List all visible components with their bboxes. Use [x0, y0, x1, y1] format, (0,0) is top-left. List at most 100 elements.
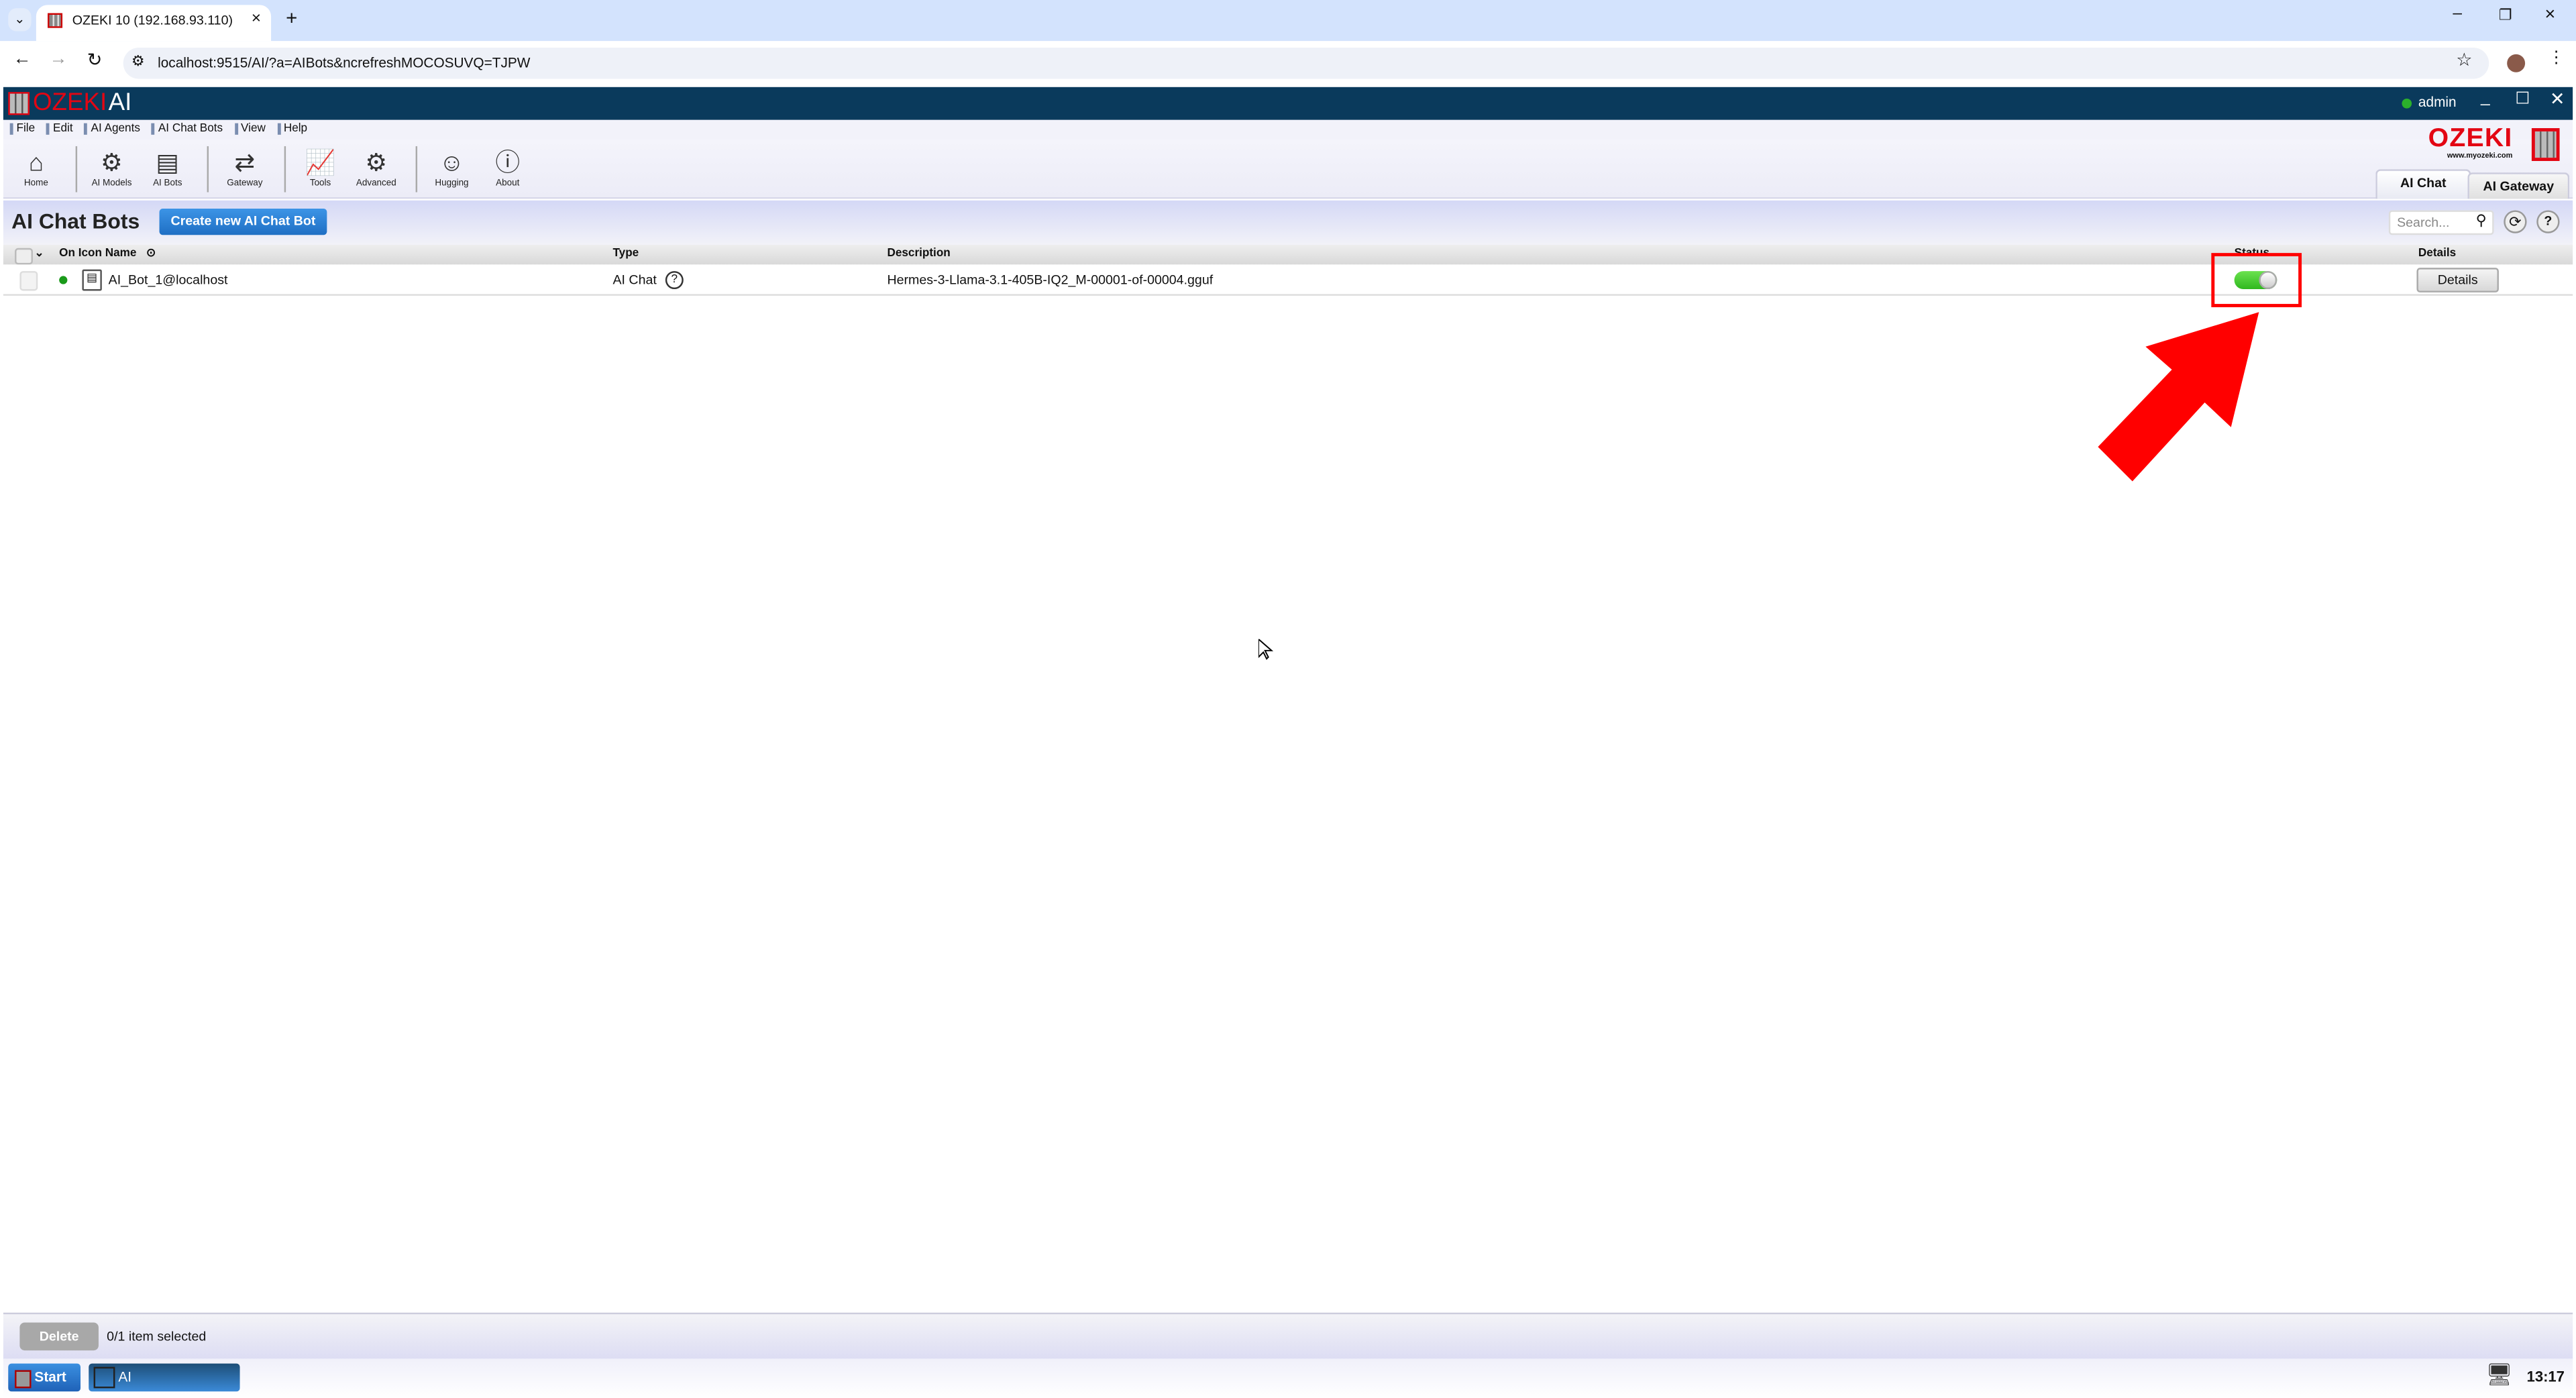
close-tab-icon[interactable]: × [252, 10, 261, 28]
tab-search-button[interactable]: ⌄ [8, 8, 32, 32]
menu-file[interactable]: File [9, 123, 35, 135]
toolbar-separator [284, 146, 286, 193]
menu-ai-chat-bots[interactable]: AI Chat Bots [152, 123, 223, 135]
bot-icon: ▤ [82, 269, 102, 291]
toolbar-label: AI Models [91, 178, 132, 189]
details-button[interactable]: Details [2416, 268, 2499, 292]
page-title: AI Chat Bots [11, 209, 140, 233]
tab-ai-chat[interactable]: AI Chat [2375, 169, 2471, 199]
column-name[interactable]: On Icon Name [59, 248, 136, 260]
select-all-checkbox[interactable] [15, 248, 33, 265]
user-name[interactable]: admin [2418, 94, 2457, 110]
start-logo-icon [15, 1370, 32, 1389]
red-arrow-annotation [2098, 312, 2259, 482]
back-icon[interactable]: ← [13, 49, 32, 68]
toolbar-home[interactable]: ⌂ Home [8, 150, 64, 189]
hugging-face-icon: ☺ [439, 149, 465, 178]
logo-suffix: AI [108, 89, 132, 117]
taskbar: Start AI 🖥 13:17 [3, 1358, 2573, 1398]
info-icon: ⓘ [495, 149, 521, 178]
toolbar-label: Advanced [356, 178, 396, 189]
refresh-icon[interactable]: ⟳ [2504, 210, 2527, 233]
site-settings-icon[interactable]: ⚙ [131, 52, 145, 70]
toolbar-gateway[interactable]: ⇄ Gateway [217, 150, 272, 189]
toolbar-tools[interactable]: 📈 Tools [292, 150, 348, 189]
toolbar: ⌂ Home ⚙ AI Models ▤ AI Bots ⇄ Gateway 📈 Tools ⚙ Ad… [3, 125, 2573, 199]
toolbar-label: About [496, 178, 520, 189]
ai-bots-icon: ▤ [156, 149, 180, 178]
toolbar-about[interactable]: ⓘ About [480, 150, 535, 189]
ai-models-icon: ⚙ [101, 149, 123, 178]
search-placeholder: Search... [2397, 215, 2450, 230]
app-close-icon[interactable]: ✕ [2550, 89, 2565, 110]
footer-bar: Delete 0/1 item selected [3, 1312, 2573, 1360]
forward-icon[interactable]: → [49, 49, 67, 68]
menu-help[interactable]: Help [277, 123, 307, 135]
ozeki-favicon-icon [48, 13, 63, 28]
browser-tab-bar: ⌄ OZEKI 10 (192.168.93.110) × + – ❐ × [0, 0, 2576, 42]
restore-icon[interactable]: ❐ [2499, 7, 2512, 25]
new-tab-icon[interactable]: + [286, 7, 297, 30]
browser-menu-icon[interactable]: ⋮ [2548, 49, 2564, 67]
ozeki-logo-icon [8, 92, 30, 115]
tab-ai-gateway[interactable]: AI Gateway [2467, 172, 2570, 199]
app-maximize-icon[interactable]: ☐ [2515, 91, 2530, 109]
toolbar-label: AI Bots [153, 178, 182, 189]
column-type: Type [612, 248, 639, 260]
bookmark-star-icon[interactable]: ☆ [2456, 49, 2472, 70]
reload-icon[interactable]: ↻ [87, 49, 103, 70]
gear-icon: ⚙ [365, 149, 388, 178]
row-checkbox[interactable] [19, 271, 38, 291]
start-button[interactable]: Start [8, 1363, 81, 1392]
profile-avatar[interactable] [2507, 54, 2526, 72]
toolbar-label: Home [23, 178, 48, 189]
online-status-dot [2402, 98, 2412, 109]
page-header: AI Chat Bots Create new AI Chat Bot Sear… [3, 200, 2573, 245]
select-dropdown-icon[interactable]: ⌄ [34, 246, 44, 260]
selection-count: 0/1 item selected [107, 1329, 207, 1344]
app-minimize-icon[interactable]: _ [2481, 89, 2490, 107]
address-bar-row: ← → ↻ ⚙ localhost:9515/AI/?a=AIBots&ncre… [0, 41, 2576, 86]
menu-ai-agents[interactable]: AI Agents [84, 123, 140, 135]
toolbar-label: Tools [309, 178, 331, 189]
app-header: OZEKI AI admin _ ☐ ✕ [3, 87, 2573, 120]
bot-name[interactable]: AI_Bot_1@localhost [109, 273, 228, 288]
gateway-icon: ⇄ [234, 149, 256, 178]
start-label: Start [34, 1368, 66, 1385]
delete-button[interactable]: Delete [19, 1322, 99, 1351]
menu-edit[interactable]: Edit [46, 123, 73, 135]
browser-tab[interactable]: OZEKI 10 (192.168.93.110) × [36, 5, 272, 42]
home-icon: ⌂ [28, 149, 44, 178]
toolbar-ai-bots[interactable]: ▤ AI Bots [140, 150, 195, 189]
table-header: ⌄ On Icon Name ⊙ Type Description Status… [3, 244, 2573, 265]
desktop-icon[interactable]: 🖥 [2485, 1362, 2512, 1388]
close-window-icon[interactable]: × [2545, 5, 2556, 24]
toolbar-hugging[interactable]: ☺ Hugging [424, 150, 480, 189]
toolbar-separator [75, 146, 78, 193]
toolbar-ai-models[interactable]: ⚙ AI Models [84, 150, 140, 189]
ai-app-icon [93, 1366, 115, 1389]
bot-description: Hermes-3-Llama-3.1-405B-IQ2_M-00001-of-0… [887, 272, 1214, 288]
toolbar-label: Hugging [435, 178, 469, 189]
table-row[interactable]: ▤ AI_Bot_1@localhost AI Chat ? Hermes-3-… [3, 266, 2573, 296]
toolbar-advanced[interactable]: ⚙ Advanced [348, 150, 404, 189]
ozeki-brand-logo: OZEKI www.myozeki.com [2428, 125, 2513, 159]
column-description: Description [887, 248, 951, 260]
search-icon[interactable]: ⚲ [2476, 212, 2487, 230]
online-indicator [59, 276, 68, 284]
type-help-icon[interactable]: ? [665, 271, 684, 290]
search-input[interactable]: Search... ⚲ [2388, 210, 2494, 235]
minimize-icon[interactable]: – [2453, 5, 2462, 23]
keypad-logo-icon [2531, 128, 2560, 162]
url-text[interactable]: localhost:9515/AI/?a=AIBots&ncrefreshMOC… [158, 54, 531, 71]
sort-icon[interactable]: ⊙ [146, 246, 156, 260]
taskbar-app-ai[interactable]: AI [89, 1363, 240, 1392]
clock: 13:17 [2526, 1368, 2565, 1385]
menu-view[interactable]: View [234, 123, 266, 135]
menu-bar: File Edit AI Agents AI Chat Bots View Help [3, 119, 2573, 140]
help-icon[interactable]: ? [2536, 210, 2560, 233]
logo-text: OZEKI [32, 89, 107, 117]
highlight-box [2211, 253, 2302, 307]
column-details: Details [2418, 248, 2457, 260]
create-bot-button[interactable]: Create new AI Chat Bot [159, 209, 327, 235]
